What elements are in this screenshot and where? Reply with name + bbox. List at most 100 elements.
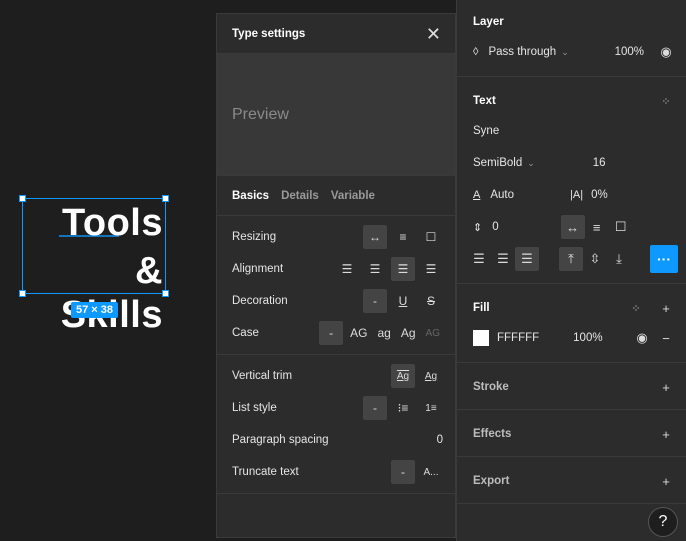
case-upper-button[interactable]: AG [347, 321, 370, 345]
align-center-icon[interactable]: ☰ [491, 247, 515, 271]
resizing-label: Resizing [232, 231, 277, 243]
auto-height-icon[interactable]: ≡ [391, 225, 415, 249]
add-fill-icon[interactable]: + [654, 296, 678, 320]
case-small-caps-button[interactable]: AG [423, 321, 443, 345]
paragraph-spacing-icon: ⇕ [473, 221, 483, 234]
properties-panel: Layer ◊ Pass through ⌄ 100% ◉ Text ⁘ Syn… [456, 0, 686, 541]
trim-cap-height-icon[interactable]: Ag [419, 364, 443, 388]
align-left-icon[interactable]: ☰ [467, 247, 491, 271]
layer-row: ◊ Pass through ⌄ 100% ◉ [457, 36, 686, 68]
tab-basics[interactable]: Basics [232, 190, 269, 202]
align-left-icon[interactable]: ☰ [335, 257, 359, 281]
eye-icon[interactable]: ◉ [630, 326, 654, 350]
align-right-icon[interactable]: ☰ [515, 247, 539, 271]
chevron-down-icon[interactable]: ⌄ [527, 158, 535, 169]
bulleted-list-icon[interactable]: ⁝≡ [391, 396, 415, 420]
font-family-select[interactable]: Syne [473, 125, 499, 137]
resize-handle-bottom-right[interactable] [162, 290, 169, 297]
align-center-icon[interactable]: ☰ [363, 257, 387, 281]
add-stroke-icon[interactable]: + [654, 375, 678, 399]
font-size-input[interactable]: 16 [593, 157, 606, 169]
align-top-icon[interactable]: ⤒ [559, 247, 583, 271]
trim-standard-icon[interactable]: Ag [391, 364, 415, 388]
alignment-row: ☰ ☰ ☰ ⤒ ⇳ ⤓ ··· [457, 243, 686, 275]
effects-section: Effects + [457, 410, 686, 457]
fixed-size-icon[interactable]: ☐ [609, 215, 633, 239]
chevron-down-icon[interactable]: ⌄ [561, 47, 569, 58]
text-title: Text [473, 95, 496, 107]
font-weight-select[interactable]: SemiBold [473, 157, 522, 169]
close-icon[interactable]: ✕ [426, 25, 441, 43]
resize-handle-top-right[interactable] [162, 195, 169, 202]
layer-opacity-input[interactable]: 100% [615, 46, 644, 58]
case-title-button[interactable]: Ag [398, 321, 419, 345]
fill-color-swatch[interactable] [473, 330, 489, 346]
add-effect-icon[interactable]: + [654, 422, 678, 446]
vertical-trim-label: Vertical trim [232, 370, 293, 382]
popup-title: Type settings [232, 27, 306, 40]
basics-section-2: Vertical trim Ag Ag List style - ⁝≡ 1≡ P… [217, 355, 455, 494]
stroke-title: Stroke [473, 381, 509, 393]
eye-icon[interactable]: ◉ [654, 40, 678, 64]
text-styles-icon[interactable]: ⁘ [654, 89, 678, 113]
font-weight-row: SemiBold ⌄ 16 [457, 147, 686, 179]
fill-header: Fill ⁘ + [457, 294, 686, 322]
tab-details[interactable]: Details [281, 190, 319, 202]
remove-fill-icon[interactable]: − [654, 326, 678, 350]
resizing-row: Resizing ↔ ≡ ☐ [217, 221, 455, 253]
auto-height-icon[interactable]: ≡ [585, 215, 609, 239]
effects-title: Effects [473, 428, 512, 440]
numbered-list-icon[interactable]: 1≡ [419, 396, 443, 420]
type-settings-button[interactable]: ··· [650, 245, 678, 273]
align-middle-icon[interactable]: ⇳ [583, 247, 607, 271]
paragraph-spacing-input[interactable]: 0 [437, 434, 443, 446]
auto-width-icon[interactable]: ↔ [363, 225, 387, 249]
font-family-row: Syne [457, 115, 686, 147]
letter-spacing-icon: |A| [570, 189, 584, 201]
fill-section: Fill ⁘ + FFFFFF 100% ◉ − [457, 284, 686, 363]
truncate-ellipsis-button[interactable]: A... [419, 460, 443, 484]
help-button[interactable]: ? [648, 507, 678, 537]
case-none-button[interactable]: - [319, 321, 344, 345]
letter-spacing-input[interactable]: 0% [591, 189, 608, 201]
text-frame[interactable]: Tools & Skills [19, 195, 169, 336]
blend-mode-select[interactable]: Pass through [488, 46, 556, 58]
paragraph-spacing-field[interactable]: 0 [492, 221, 498, 233]
canvas[interactable]: Tools & Skills 57 × 38 [0, 0, 216, 541]
frame-text-line-2[interactable]: & Skills [23, 249, 163, 337]
export-header: Export + [457, 467, 686, 495]
truncate-none-button[interactable]: - [391, 460, 415, 484]
type-settings-tabs: Basics Details Variable [217, 176, 455, 216]
strikethrough-icon[interactable]: S [419, 289, 443, 313]
align-bottom-icon[interactable]: ⤓ [607, 247, 631, 271]
list-none-button[interactable]: - [363, 396, 387, 420]
add-export-icon[interactable]: + [654, 469, 678, 493]
underline-icon[interactable]: U [391, 289, 415, 313]
fill-opacity-input[interactable]: 100% [573, 332, 602, 344]
frame-text-line-1[interactable]: Tools [23, 201, 163, 245]
decoration-none-button[interactable]: - [363, 289, 387, 313]
list-style-label: List style [232, 402, 277, 414]
case-lower-button[interactable]: ag [375, 321, 394, 345]
list-style-row: List style - ⁝≡ 1≡ [217, 392, 455, 424]
truncate-text-label: Truncate text [232, 466, 299, 478]
align-right-icon[interactable]: ☰ [391, 257, 415, 281]
alignment-label: Alignment [232, 263, 284, 275]
line-height-icon: A [473, 189, 481, 201]
text-section: Text ⁘ Syne SemiBold ⌄ 16 A Auto |A| 0% … [457, 77, 686, 284]
tab-variable[interactable]: Variable [331, 190, 375, 202]
decoration-row: Decoration - U S [217, 285, 455, 317]
truncate-text-row: Truncate text - A... [217, 456, 455, 488]
fill-styles-icon[interactable]: ⁘ [624, 296, 648, 320]
fixed-size-icon[interactable]: ☐ [419, 225, 443, 249]
fill-hex-input[interactable]: FFFFFF [497, 332, 539, 344]
align-justify-icon[interactable]: ☰ [419, 257, 443, 281]
line-height-input[interactable]: Auto [490, 189, 514, 201]
export-section: Export + [457, 457, 686, 504]
case-label: Case [232, 327, 259, 339]
auto-width-icon[interactable]: ↔ [560, 215, 585, 239]
alignment-row: Alignment ☰ ☰ ☰ ☰ [217, 253, 455, 285]
fill-row: FFFFFF 100% ◉ − [457, 322, 686, 354]
paragraph-spacing-label: Paragraph spacing [232, 434, 329, 446]
layer-section: Layer ◊ Pass through ⌄ 100% ◉ [457, 0, 686, 77]
